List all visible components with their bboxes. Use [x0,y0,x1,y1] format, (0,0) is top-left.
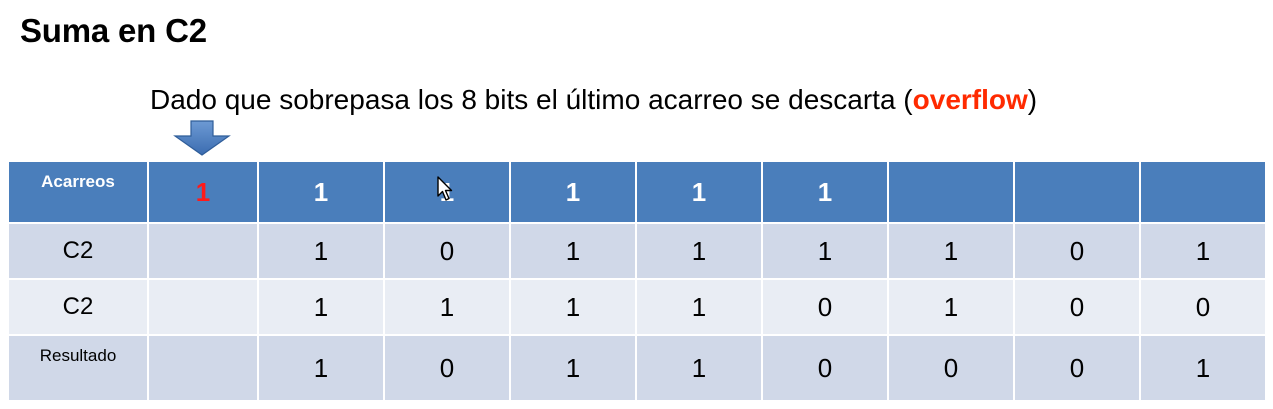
carry-bit: 1 [509,160,637,224]
overflow-keyword: overflow [912,84,1028,115]
operand-b-extra-cell [147,278,259,336]
operand-b-bit: 1 [887,278,1015,336]
result-bit: 1 [257,334,385,402]
result-bit: 1 [1139,334,1267,402]
slide-title: Suma en C2 [20,12,207,49]
operand-a-bit: 0 [1013,222,1141,280]
operand-b-row: C2 1 1 1 1 0 1 0 0 [7,278,1267,336]
result-row: Resultado 1 0 1 1 0 0 0 1 [7,334,1267,402]
operand-a-extra-cell [147,222,259,280]
carries-label: Acarreos [7,160,149,224]
operand-a-bit: 1 [635,222,763,280]
operand-a-bit: 1 [887,222,1015,280]
overflow-note: Dado que sobrepasa los 8 bits el último … [150,84,1037,116]
operand-a-row: C2 1 0 1 1 1 1 0 1 [7,222,1267,280]
result-bit: 1 [635,334,763,402]
result-bit: 1 [509,334,637,402]
result-label: Resultado [7,334,149,402]
carry-bit: 1 [635,160,763,224]
result-bit: 0 [383,334,511,402]
operand-b-bit: 1 [257,278,385,336]
carry-bit [1139,160,1267,224]
operand-a-bit: 0 [383,222,511,280]
carry-bit [1013,160,1141,224]
carry-bit: 1 [257,160,385,224]
operand-a-bit: 1 [257,222,385,280]
operand-b-bit: 0 [761,278,889,336]
result-bit: 0 [761,334,889,402]
carries-row: Acarreos 1 1 1 1 1 1 [7,160,1267,224]
operand-b-label: C2 [7,278,149,336]
operand-b-bit: 1 [509,278,637,336]
carry-bit: 1 [761,160,889,224]
carry-bit [887,160,1015,224]
result-extra-cell [147,334,259,402]
overflow-carry-bit: 1 [147,160,259,224]
operand-a-bit: 1 [509,222,637,280]
operand-b-bit: 0 [1139,278,1267,336]
operand-a-label: C2 [7,222,149,280]
operand-b-bit: 1 [635,278,763,336]
result-bit: 0 [887,334,1015,402]
operand-b-bit: 1 [383,278,511,336]
mouse-pointer-icon [437,176,453,201]
overflow-note-suffix: ) [1027,84,1038,115]
binary-addition-table: Acarreos 1 1 1 1 1 1 C2 1 0 1 1 1 1 0 1 … [7,160,1267,402]
operand-a-bit: 1 [1139,222,1267,280]
operand-a-bit: 1 [761,222,889,280]
overflow-note-prefix: Dado que sobrepasa los 8 bits el último … [150,84,913,115]
down-arrow-icon [173,120,231,156]
operand-b-bit: 0 [1013,278,1141,336]
result-bit: 0 [1013,334,1141,402]
